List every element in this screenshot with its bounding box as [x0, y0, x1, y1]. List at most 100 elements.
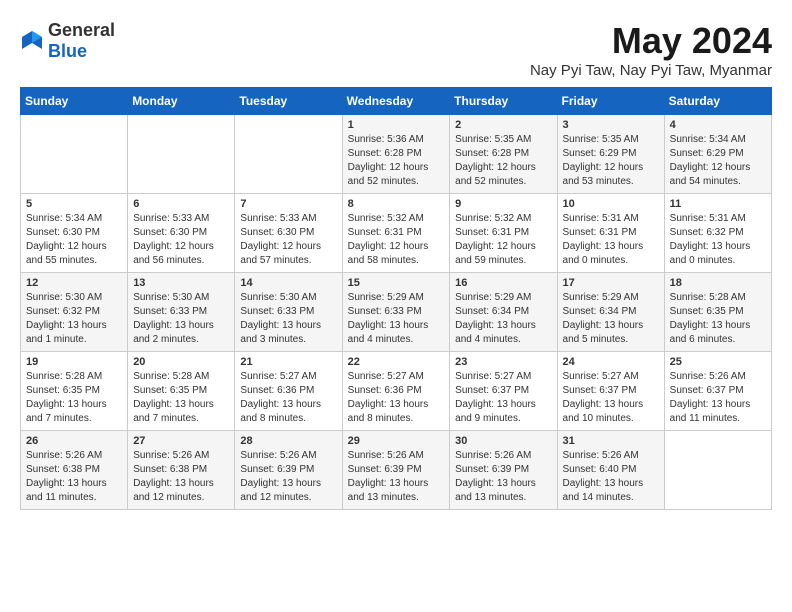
day-info: Sunrise: 5:27 AM Sunset: 6:36 PM Dayligh… [240, 370, 336, 426]
day-number: 12 [26, 277, 122, 289]
day-cell: 5Sunrise: 5:34 AM Sunset: 6:30 PM Daylig… [21, 194, 128, 273]
day-cell: 17 Sunrise: 5:29 AM Sunset: 6:34 PM Dayli… [557, 273, 664, 352]
day-info: Sunrise: 5:33 AM Sunset: 6:30 PM Dayligh… [240, 212, 336, 268]
day-cell: 19 Sunrise: 5:28 AM Sunset: 6:35 PM Dayli… [21, 352, 128, 431]
day-number: 31 [563, 435, 659, 447]
day-info: Sunrise: 5:35 AM Sunset: 6:29 PM Dayligh… [563, 133, 659, 189]
day-info: Sunrise: 5:28 AM Sunset: 6:35 PM Dayligh… [670, 291, 766, 347]
logo-general: General [48, 20, 115, 40]
day-cell: 10 Sunrise: 5:31 AM Sunset: 6:31 PM Dayli… [557, 194, 664, 273]
day-cell: 26 Sunrise: 5:26 AM Sunset: 6:38 PM Dayli… [21, 431, 128, 510]
weekday-header-tuesday: Tuesday [235, 88, 342, 115]
day-number: 16 [455, 277, 551, 289]
day-info: Sunrise: 5:32 AM Sunset: 6:31 PM Dayligh… [348, 212, 445, 268]
day-info: Sunrise: 5:26 AM Sunset: 6:38 PM Dayligh… [26, 449, 122, 505]
day-number: 10 [563, 198, 659, 210]
day-info: Sunrise: 5:34 AM Sunset: 6:30 PM Dayligh… [26, 212, 122, 268]
day-cell [664, 431, 771, 510]
month-title: May 2024 [530, 20, 772, 62]
day-info: Sunrise: 5:31 AM Sunset: 6:32 PM Dayligh… [670, 212, 766, 268]
day-cell: 31Sunrise: 5:26 AM Sunset: 6:40 PM Dayli… [557, 431, 664, 510]
day-cell: 28 Sunrise: 5:26 AM Sunset: 6:39 PM Dayli… [235, 431, 342, 510]
day-info: Sunrise: 5:34 AM Sunset: 6:29 PM Dayligh… [670, 133, 766, 189]
day-cell: 18 Sunrise: 5:28 AM Sunset: 6:35 PM Dayli… [664, 273, 771, 352]
day-number: 9 [455, 198, 551, 210]
day-info: Sunrise: 5:26 AM Sunset: 6:39 PM Dayligh… [348, 449, 445, 505]
day-info: Sunrise: 5:36 AM Sunset: 6:28 PM Dayligh… [348, 133, 445, 189]
day-info: Sunrise: 5:29 AM Sunset: 6:33 PM Dayligh… [348, 291, 445, 347]
day-info: Sunrise: 5:28 AM Sunset: 6:35 PM Dayligh… [26, 370, 122, 426]
day-cell [128, 115, 235, 194]
day-info: Sunrise: 5:26 AM Sunset: 6:37 PM Dayligh… [670, 370, 766, 426]
day-info: Sunrise: 5:26 AM Sunset: 6:39 PM Dayligh… [455, 449, 551, 505]
day-number: 15 [348, 277, 445, 289]
day-cell: 4 Sunrise: 5:34 AM Sunset: 6:29 PM Daylig… [664, 115, 771, 194]
day-cell: 15 Sunrise: 5:29 AM Sunset: 6:33 PM Dayli… [342, 273, 450, 352]
day-number: 1 [348, 119, 445, 131]
day-cell: 1 Sunrise: 5:36 AM Sunset: 6:28 PM Daylig… [342, 115, 450, 194]
day-number: 24 [563, 356, 659, 368]
day-info: Sunrise: 5:31 AM Sunset: 6:31 PM Dayligh… [563, 212, 659, 268]
day-number: 7 [240, 198, 336, 210]
logo: General Blue [20, 20, 115, 62]
week-row-1: 1 Sunrise: 5:36 AM Sunset: 6:28 PM Daylig… [21, 115, 772, 194]
week-row-4: 19 Sunrise: 5:28 AM Sunset: 6:35 PM Dayli… [21, 352, 772, 431]
day-number: 25 [670, 356, 766, 368]
day-number: 23 [455, 356, 551, 368]
day-cell: 9 Sunrise: 5:32 AM Sunset: 6:31 PM Daylig… [450, 194, 557, 273]
day-number: 11 [670, 198, 766, 210]
day-info: Sunrise: 5:27 AM Sunset: 6:37 PM Dayligh… [563, 370, 659, 426]
day-info: Sunrise: 5:27 AM Sunset: 6:36 PM Dayligh… [348, 370, 445, 426]
day-cell: 12 Sunrise: 5:30 AM Sunset: 6:32 PM Dayli… [21, 273, 128, 352]
day-info: Sunrise: 5:29 AM Sunset: 6:34 PM Dayligh… [455, 291, 551, 347]
weekday-header-friday: Friday [557, 88, 664, 115]
day-number: 2 [455, 119, 551, 131]
calendar-table: SundayMondayTuesdayWednesdayThursdayFrid… [20, 87, 772, 510]
day-cell: 20Sunrise: 5:28 AM Sunset: 6:35 PM Dayli… [128, 352, 235, 431]
logo-icon [20, 29, 44, 53]
day-number: 6 [133, 198, 229, 210]
day-number: 4 [670, 119, 766, 131]
day-info: Sunrise: 5:35 AM Sunset: 6:28 PM Dayligh… [455, 133, 551, 189]
day-info: Sunrise: 5:30 AM Sunset: 6:33 PM Dayligh… [240, 291, 336, 347]
day-number: 18 [670, 277, 766, 289]
day-info: Sunrise: 5:28 AM Sunset: 6:35 PM Dayligh… [133, 370, 229, 426]
day-number: 30 [455, 435, 551, 447]
day-info: Sunrise: 5:32 AM Sunset: 6:31 PM Dayligh… [455, 212, 551, 268]
weekday-header-sunday: Sunday [21, 88, 128, 115]
day-info: Sunrise: 5:29 AM Sunset: 6:34 PM Dayligh… [563, 291, 659, 347]
day-cell: 27 Sunrise: 5:26 AM Sunset: 6:38 PM Dayli… [128, 431, 235, 510]
day-number: 28 [240, 435, 336, 447]
title-area: May 2024 Nay Pyi Taw, Nay Pyi Taw, Myanm… [530, 20, 772, 79]
day-number: 22 [348, 356, 445, 368]
header: General Blue May 2024 Nay Pyi Taw, Nay P… [20, 20, 772, 79]
day-info: Sunrise: 5:30 AM Sunset: 6:32 PM Dayligh… [26, 291, 122, 347]
day-number: 19 [26, 356, 122, 368]
weekday-header-monday: Monday [128, 88, 235, 115]
day-number: 27 [133, 435, 229, 447]
day-info: Sunrise: 5:26 AM Sunset: 6:39 PM Dayligh… [240, 449, 336, 505]
day-cell: 13Sunrise: 5:30 AM Sunset: 6:33 PM Dayli… [128, 273, 235, 352]
day-cell: 23 Sunrise: 5:27 AM Sunset: 6:37 PM Dayli… [450, 352, 557, 431]
day-cell: 25 Sunrise: 5:26 AM Sunset: 6:37 PM Dayli… [664, 352, 771, 431]
day-cell: 2 Sunrise: 5:35 AM Sunset: 6:28 PM Daylig… [450, 115, 557, 194]
day-cell: 21Sunrise: 5:27 AM Sunset: 6:36 PM Dayli… [235, 352, 342, 431]
week-row-3: 12 Sunrise: 5:30 AM Sunset: 6:32 PM Dayli… [21, 273, 772, 352]
day-info: Sunrise: 5:33 AM Sunset: 6:30 PM Dayligh… [133, 212, 229, 268]
day-cell: 14Sunrise: 5:30 AM Sunset: 6:33 PM Dayli… [235, 273, 342, 352]
day-info: Sunrise: 5:26 AM Sunset: 6:38 PM Dayligh… [133, 449, 229, 505]
week-row-5: 26 Sunrise: 5:26 AM Sunset: 6:38 PM Dayli… [21, 431, 772, 510]
day-number: 13 [133, 277, 229, 289]
day-cell: 6 Sunrise: 5:33 AM Sunset: 6:30 PM Daylig… [128, 194, 235, 273]
day-cell: 30 Sunrise: 5:26 AM Sunset: 6:39 PM Dayli… [450, 431, 557, 510]
day-number: 3 [563, 119, 659, 131]
day-cell: 24 Sunrise: 5:27 AM Sunset: 6:37 PM Dayli… [557, 352, 664, 431]
day-cell [21, 115, 128, 194]
day-cell: 11 Sunrise: 5:31 AM Sunset: 6:32 PM Dayli… [664, 194, 771, 273]
day-number: 26 [26, 435, 122, 447]
day-cell: 29Sunrise: 5:26 AM Sunset: 6:39 PM Dayli… [342, 431, 450, 510]
day-number: 17 [563, 277, 659, 289]
weekday-header-wednesday: Wednesday [342, 88, 450, 115]
weekday-header-row: SundayMondayTuesdayWednesdayThursdayFrid… [21, 88, 772, 115]
day-info: Sunrise: 5:27 AM Sunset: 6:37 PM Dayligh… [455, 370, 551, 426]
